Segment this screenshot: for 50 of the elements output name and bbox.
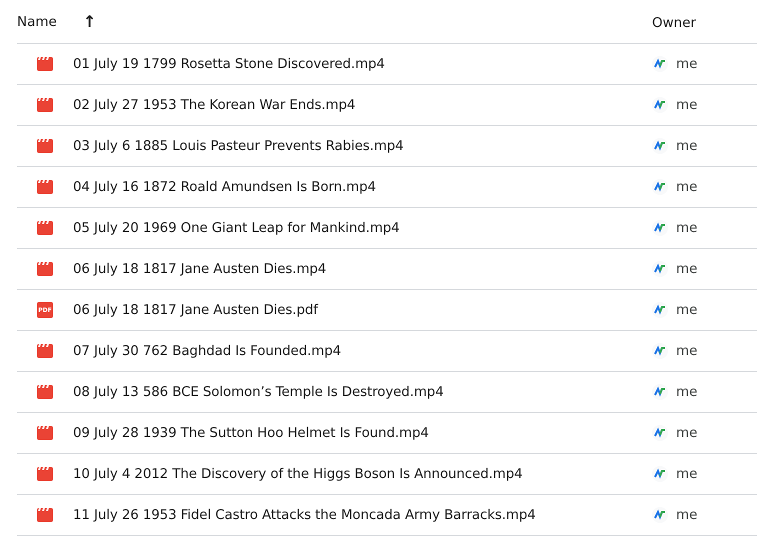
video-file-icon (37, 385, 53, 399)
video-file-icon (37, 344, 53, 358)
video-file-icon (37, 262, 53, 276)
video-file-icon (37, 426, 53, 440)
owner-avatar-icon (652, 425, 668, 441)
owner-name: me (676, 138, 698, 154)
video-file-icon (37, 180, 53, 194)
file-name[interactable]: 08 July 13 586 BCE Solomon’s Temple Is Destroyed.mp4 (73, 384, 652, 400)
video-file-icon (37, 508, 53, 522)
owner-name: me (676, 302, 698, 318)
owner-name: me (676, 261, 698, 277)
video-file-icon (37, 57, 53, 71)
file-name[interactable]: 06 July 18 1817 Jane Austen Dies.mp4 (73, 262, 652, 276)
owner-avatar-icon (652, 56, 668, 72)
owner-avatar-icon (652, 179, 668, 195)
file-name[interactable]: 03 July 6 1885 Louis Pasteur Prevents Rabies.mp4 (73, 138, 652, 154)
file-name[interactable]: 01 July 19 1799 Rosetta Stone Discovered.mp4 (73, 56, 652, 72)
owner-avatar-icon (652, 343, 668, 359)
owner-name: me (676, 220, 698, 236)
video-file-icon (37, 139, 53, 153)
owner-name: me (676, 179, 698, 195)
file-name[interactable]: 05 July 20 1969 One Giant Leap for Mankind.mp4 (73, 220, 652, 236)
owner-name: me (676, 384, 698, 400)
video-file-icon (37, 221, 53, 235)
sort-arrow-icon[interactable]: ↑ (82, 12, 96, 31)
owner-name: me (676, 425, 698, 441)
owner-name: me (676, 343, 698, 359)
owner-name: me (676, 56, 698, 72)
file-name[interactable]: 04 July 16 1872 Roald Amundsen Is Born.mp4 (73, 180, 652, 194)
owner-avatar-icon (652, 507, 668, 523)
owner-avatar-icon (652, 97, 668, 113)
owner-avatar-icon (652, 384, 668, 400)
file-name[interactable]: 02 July 27 1953 The Korean War Ends.mp4 (73, 98, 652, 112)
video-file-icon (37, 467, 53, 481)
owner-name: me (676, 97, 698, 113)
file-name[interactable]: 11 July 26 1953 Fidel Castro Attacks the Moncada Army Barracks.mp4 (73, 508, 652, 522)
owner-avatar-icon (652, 220, 668, 236)
owner-name: me (676, 466, 698, 482)
file-name[interactable]: 09 July 28 1939 The Sutton Hoo Helmet Is Found.mp4 (73, 426, 652, 440)
owner-avatar-icon (652, 261, 668, 277)
file-name[interactable]: 06 July 18 1817 Jane Austen Dies.pdf (73, 302, 652, 318)
column-header[interactable]: Owner (652, 15, 696, 31)
file-name[interactable]: 10 July 4 2012 The Discovery of the Higgs Boson Is Announced.mp4 (73, 466, 652, 482)
video-file-icon (37, 98, 53, 112)
owner-avatar-icon (652, 302, 668, 318)
owner-avatar-icon (652, 138, 668, 154)
owner-avatar-icon (652, 466, 668, 482)
column-header[interactable]: Name (17, 14, 57, 30)
file-name[interactable]: 07 July 30 762 Baghdad Is Founded.mp4 (73, 344, 652, 358)
owner-name: me (676, 507, 698, 523)
